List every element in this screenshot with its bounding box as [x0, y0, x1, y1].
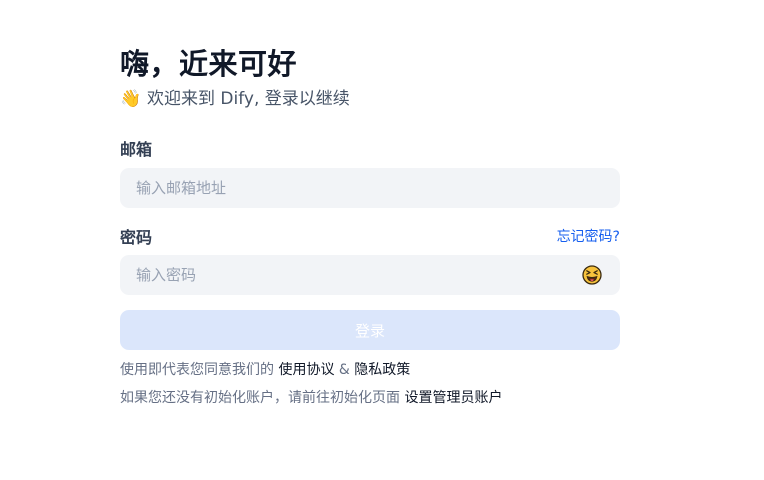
- terms-of-use-link[interactable]: 使用协议: [278, 362, 334, 378]
- subtitle-text: 欢迎来到 Dify, 登录以继续: [147, 89, 350, 109]
- email-label-row: 邮箱: [120, 136, 620, 160]
- squinting-face-with-tongue-icon[interactable]: [582, 265, 602, 285]
- email-input[interactable]: [120, 168, 620, 208]
- forgot-password-link[interactable]: 忘记密码?: [557, 226, 620, 246]
- password-input-wrapper: [120, 255, 620, 295]
- login-form: 嗨，近来可好 👋 欢迎来到 Dify, 登录以继续 邮箱 密码 忘记密码?: [120, 44, 620, 406]
- email-input-wrapper: [120, 168, 620, 208]
- terms-prefix: 使用即代表您同意我们的: [120, 362, 274, 378]
- email-label: 邮箱: [120, 140, 153, 159]
- setup-admin-link[interactable]: 设置管理员账户: [404, 390, 502, 406]
- password-label-row: 密码 忘记密码?: [120, 224, 620, 248]
- password-label: 密码: [120, 228, 153, 247]
- page-title: 嗨，近来可好: [120, 47, 298, 81]
- privacy-policy-link[interactable]: 隐私政策: [354, 362, 410, 378]
- terms-and: &: [338, 362, 350, 378]
- terms-notice: 使用即代表您同意我们的 使用协议 & 隐私政策: [120, 362, 620, 378]
- waving-hand-icon: 👋: [120, 89, 142, 109]
- login-button[interactable]: 登录: [120, 310, 620, 350]
- password-input[interactable]: [120, 255, 620, 295]
- login-page: 嗨，近来可好 👋 欢迎来到 Dify, 登录以继续 邮箱 密码 忘记密码?: [0, 0, 764, 480]
- setup-prefix: 如果您还没有初始化账户，请前往初始化页面: [120, 390, 400, 406]
- page-subtitle: 👋 欢迎来到 Dify, 登录以继续: [120, 86, 620, 112]
- setup-notice: 如果您还没有初始化账户，请前往初始化页面 设置管理员账户: [120, 390, 620, 406]
